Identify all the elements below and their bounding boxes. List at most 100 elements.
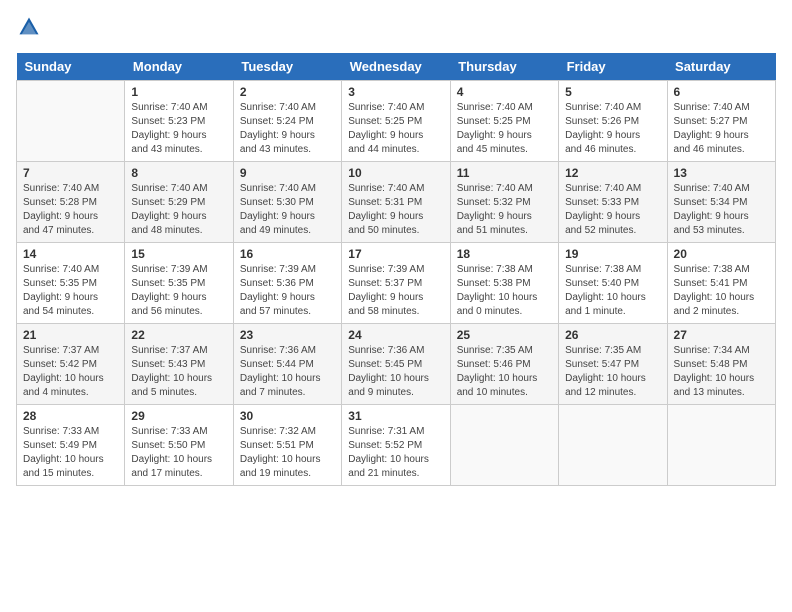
day-of-week-header: Friday	[559, 53, 667, 81]
calendar-cell: 25Sunrise: 7:35 AM Sunset: 5:46 PM Dayli…	[450, 324, 558, 405]
day-number: 12	[565, 166, 660, 180]
day-info: Sunrise: 7:40 AM Sunset: 5:25 PM Dayligh…	[348, 101, 443, 157]
day-number: 30	[240, 409, 335, 423]
calendar-cell: 9 Sunrise: 7:40 AM Sunset: 5:30 PM Daylig…	[233, 162, 341, 243]
calendar-cell: 26 Sunrise: 7:35 AM Sunset: 5:47 PM Dayli…	[559, 324, 667, 405]
day-info: Sunrise: 7:32 AM Sunset: 5:51 PM Dayligh…	[240, 425, 335, 481]
calendar-cell: 18 Sunrise: 7:38 AM Sunset: 5:38 PM Dayli…	[450, 243, 558, 324]
calendar-week-row: 28Sunrise: 7:33 AM Sunset: 5:49 PM Dayli…	[17, 405, 776, 486]
day-info: Sunrise: 7:40 AM Sunset: 5:23 PM Dayligh…	[131, 101, 226, 157]
calendar-cell: 10 Sunrise: 7:40 AM Sunset: 5:31 PM Dayli…	[342, 162, 450, 243]
calendar-week-row: 21 Sunrise: 7:37 AM Sunset: 5:42 PM Dayli…	[17, 324, 776, 405]
day-number: 10	[348, 166, 443, 180]
day-number: 31	[348, 409, 443, 423]
calendar-cell: 23 Sunrise: 7:36 AM Sunset: 5:44 PM Dayli…	[233, 324, 341, 405]
calendar-header-row: SundayMondayTuesdayWednesdayThursdayFrid…	[17, 53, 776, 81]
day-info: Sunrise: 7:38 AM Sunset: 5:41 PM Dayligh…	[674, 263, 769, 319]
calendar-cell: 29 Sunrise: 7:33 AM Sunset: 5:50 PM Dayli…	[125, 405, 233, 486]
day-info: Sunrise: 7:40 AM Sunset: 5:31 PM Dayligh…	[348, 182, 443, 238]
day-number: 24	[348, 328, 443, 342]
day-info: Sunrise: 7:37 AM Sunset: 5:42 PM Dayligh…	[23, 344, 118, 400]
calendar-cell: 16Sunrise: 7:39 AM Sunset: 5:36 PM Dayli…	[233, 243, 341, 324]
day-of-week-header: Thursday	[450, 53, 558, 81]
calendar-cell: 13 Sunrise: 7:40 AM Sunset: 5:34 PM Dayli…	[667, 162, 775, 243]
calendar-cell	[559, 405, 667, 486]
day-number: 13	[674, 166, 769, 180]
page-header	[16, 16, 776, 43]
day-number: 9	[240, 166, 335, 180]
day-of-week-header: Tuesday	[233, 53, 341, 81]
day-info: Sunrise: 7:34 AM Sunset: 5:48 PM Dayligh…	[674, 344, 769, 400]
logo	[16, 16, 42, 43]
calendar-cell	[667, 405, 775, 486]
day-info: Sunrise: 7:40 AM Sunset: 5:24 PM Dayligh…	[240, 101, 335, 157]
logo-icon	[18, 16, 40, 38]
calendar-cell: 28Sunrise: 7:33 AM Sunset: 5:49 PM Dayli…	[17, 405, 125, 486]
day-number: 2	[240, 85, 335, 99]
day-number: 28	[23, 409, 118, 423]
day-number: 5	[565, 85, 660, 99]
day-number: 7	[23, 166, 118, 180]
day-info: Sunrise: 7:37 AM Sunset: 5:43 PM Dayligh…	[131, 344, 226, 400]
day-number: 27	[674, 328, 769, 342]
day-info: Sunrise: 7:40 AM Sunset: 5:33 PM Dayligh…	[565, 182, 660, 238]
calendar-week-row: 1Sunrise: 7:40 AM Sunset: 5:23 PM Daylig…	[17, 81, 776, 162]
day-number: 22	[131, 328, 226, 342]
calendar-cell: 7 Sunrise: 7:40 AM Sunset: 5:28 PM Daylig…	[17, 162, 125, 243]
day-of-week-header: Monday	[125, 53, 233, 81]
calendar-cell: 1Sunrise: 7:40 AM Sunset: 5:23 PM Daylig…	[125, 81, 233, 162]
calendar-cell: 22 Sunrise: 7:37 AM Sunset: 5:43 PM Dayli…	[125, 324, 233, 405]
day-number: 25	[457, 328, 552, 342]
calendar-table: SundayMondayTuesdayWednesdayThursdayFrid…	[16, 53, 776, 486]
day-number: 18	[457, 247, 552, 261]
day-info: Sunrise: 7:40 AM Sunset: 5:27 PM Dayligh…	[674, 101, 769, 157]
day-info: Sunrise: 7:40 AM Sunset: 5:35 PM Dayligh…	[23, 263, 118, 319]
day-of-week-header: Sunday	[17, 53, 125, 81]
day-info: Sunrise: 7:35 AM Sunset: 5:47 PM Dayligh…	[565, 344, 660, 400]
calendar-cell: 27 Sunrise: 7:34 AM Sunset: 5:48 PM Dayli…	[667, 324, 775, 405]
day-number: 11	[457, 166, 552, 180]
day-info: Sunrise: 7:38 AM Sunset: 5:40 PM Dayligh…	[565, 263, 660, 319]
calendar-cell	[450, 405, 558, 486]
day-info: Sunrise: 7:33 AM Sunset: 5:50 PM Dayligh…	[131, 425, 226, 481]
day-info: Sunrise: 7:40 AM Sunset: 5:26 PM Dayligh…	[565, 101, 660, 157]
day-number: 23	[240, 328, 335, 342]
day-number: 6	[674, 85, 769, 99]
day-number: 14	[23, 247, 118, 261]
calendar-cell: 3Sunrise: 7:40 AM Sunset: 5:25 PM Daylig…	[342, 81, 450, 162]
day-info: Sunrise: 7:40 AM Sunset: 5:34 PM Dayligh…	[674, 182, 769, 238]
day-info: Sunrise: 7:31 AM Sunset: 5:52 PM Dayligh…	[348, 425, 443, 481]
day-info: Sunrise: 7:40 AM Sunset: 5:29 PM Dayligh…	[131, 182, 226, 238]
day-info: Sunrise: 7:40 AM Sunset: 5:30 PM Dayligh…	[240, 182, 335, 238]
day-info: Sunrise: 7:40 AM Sunset: 5:32 PM Dayligh…	[457, 182, 552, 238]
calendar-cell: 19 Sunrise: 7:38 AM Sunset: 5:40 PM Dayli…	[559, 243, 667, 324]
day-number: 29	[131, 409, 226, 423]
calendar-cell: 2 Sunrise: 7:40 AM Sunset: 5:24 PM Daylig…	[233, 81, 341, 162]
calendar-cell: 31 Sunrise: 7:31 AM Sunset: 5:52 PM Dayli…	[342, 405, 450, 486]
day-number: 21	[23, 328, 118, 342]
calendar-cell: 21 Sunrise: 7:37 AM Sunset: 5:42 PM Dayli…	[17, 324, 125, 405]
day-info: Sunrise: 7:36 AM Sunset: 5:44 PM Dayligh…	[240, 344, 335, 400]
day-info: Sunrise: 7:40 AM Sunset: 5:25 PM Dayligh…	[457, 101, 552, 157]
calendar-cell: 24 Sunrise: 7:36 AM Sunset: 5:45 PM Dayli…	[342, 324, 450, 405]
calendar-cell: 11 Sunrise: 7:40 AM Sunset: 5:32 PM Dayli…	[450, 162, 558, 243]
day-number: 4	[457, 85, 552, 99]
calendar-cell	[17, 81, 125, 162]
day-info: Sunrise: 7:39 AM Sunset: 5:35 PM Dayligh…	[131, 263, 226, 319]
day-info: Sunrise: 7:40 AM Sunset: 5:28 PM Dayligh…	[23, 182, 118, 238]
calendar-cell: 14 Sunrise: 7:40 AM Sunset: 5:35 PM Dayli…	[17, 243, 125, 324]
day-info: Sunrise: 7:39 AM Sunset: 5:37 PM Dayligh…	[348, 263, 443, 319]
day-number: 8	[131, 166, 226, 180]
day-info: Sunrise: 7:36 AM Sunset: 5:45 PM Dayligh…	[348, 344, 443, 400]
day-number: 19	[565, 247, 660, 261]
day-of-week-header: Wednesday	[342, 53, 450, 81]
calendar-week-row: 14 Sunrise: 7:40 AM Sunset: 5:35 PM Dayli…	[17, 243, 776, 324]
day-of-week-header: Saturday	[667, 53, 775, 81]
calendar-cell: 8 Sunrise: 7:40 AM Sunset: 5:29 PM Daylig…	[125, 162, 233, 243]
calendar-cell: 4 Sunrise: 7:40 AM Sunset: 5:25 PM Daylig…	[450, 81, 558, 162]
day-number: 26	[565, 328, 660, 342]
day-number: 17	[348, 247, 443, 261]
day-info: Sunrise: 7:39 AM Sunset: 5:36 PM Dayligh…	[240, 263, 335, 319]
day-info: Sunrise: 7:38 AM Sunset: 5:38 PM Dayligh…	[457, 263, 552, 319]
calendar-cell: 15Sunrise: 7:39 AM Sunset: 5:35 PM Dayli…	[125, 243, 233, 324]
